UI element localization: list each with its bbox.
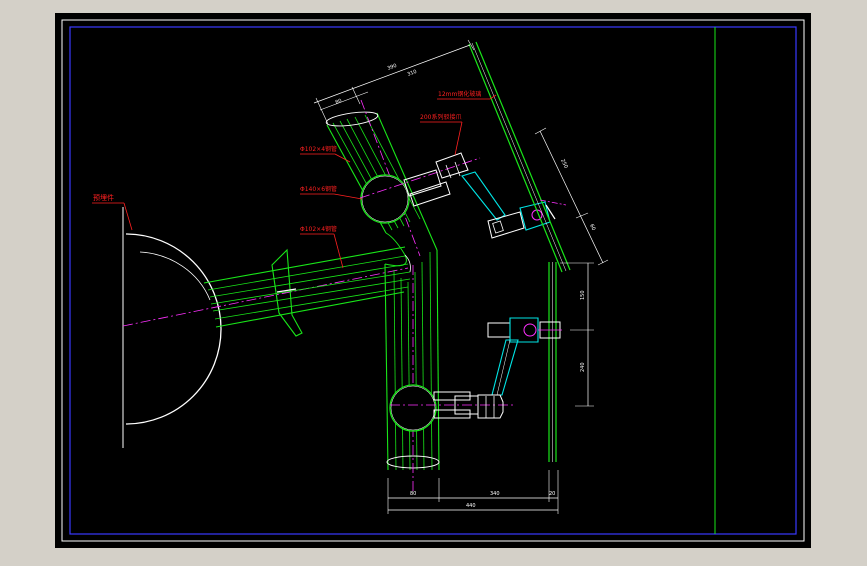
sphere-lower: [389, 384, 437, 432]
label-tube-top: Φ102×4钢管: [300, 145, 337, 153]
sphere-upper: [360, 174, 410, 224]
model-space: [55, 13, 811, 548]
dim-bottom-total: 440: [466, 503, 476, 509]
dim-bottom-a: 80: [410, 491, 416, 497]
label-wall-embed: 预埋件: [93, 193, 114, 202]
dim-bottom-c: 20: [549, 491, 555, 497]
label-glass: 12mm钢化玻璃: [438, 90, 481, 98]
dim-right-lower: 240: [580, 362, 586, 372]
label-tube-left: Φ102×4钢管: [300, 225, 337, 233]
label-spider: 200系列驳接爪: [420, 113, 461, 121]
label-sphere: Φ140×6钢管: [300, 185, 337, 193]
cad-viewport: 预埋件 Φ102×4钢管 Φ140×6钢管 Φ102×4钢管 12mm钢化玻璃 …: [0, 0, 867, 562]
dim-right-upper: 150: [580, 290, 586, 300]
drawing-canvas: 预埋件 Φ102×4钢管 Φ140×6钢管 Φ102×4钢管 12mm钢化玻璃 …: [0, 0, 867, 562]
dim-bottom-b: 340: [490, 491, 500, 497]
